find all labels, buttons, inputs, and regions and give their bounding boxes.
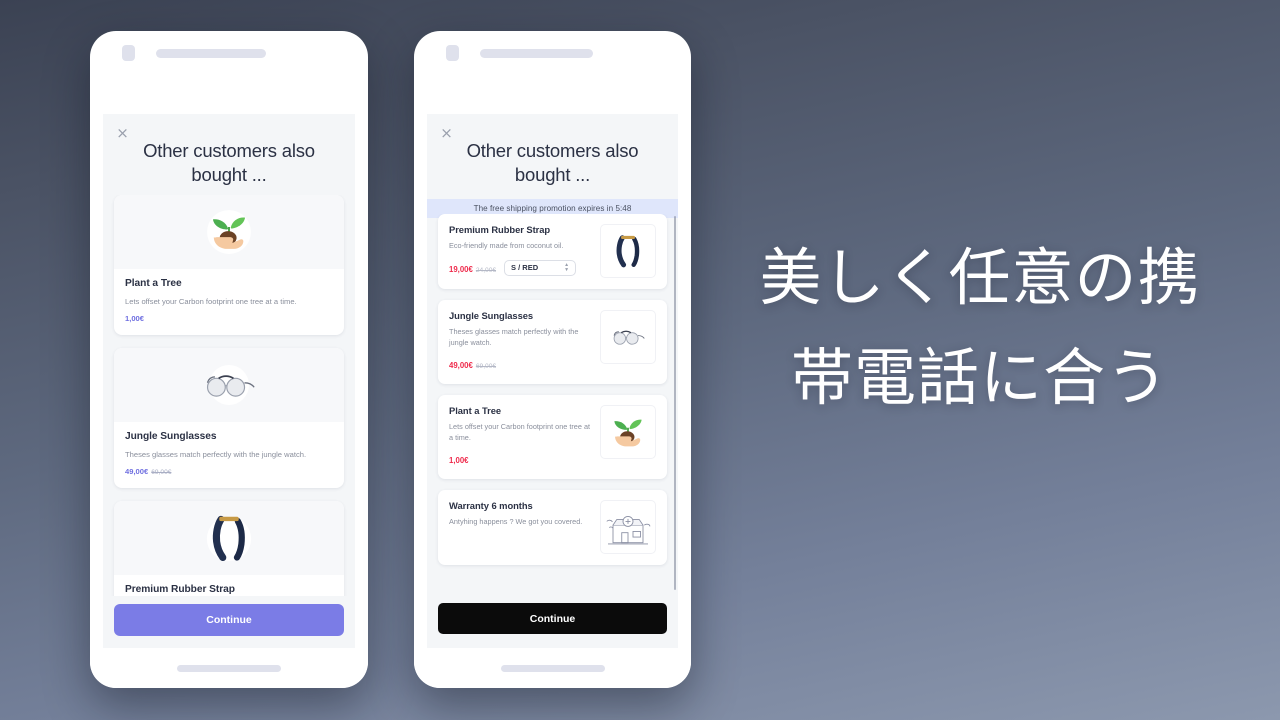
product-description: Antyhing happens ? We got you covered. xyxy=(449,517,583,526)
list-item[interactable]: Plant a Tree Lets offset your Carbon foo… xyxy=(438,395,667,479)
product-price-row: 49,00€ 69,00€ xyxy=(125,467,333,476)
product-image-plant-a-tree xyxy=(600,405,656,459)
product-price: 49,00€ xyxy=(449,361,473,370)
product-image-premium-rubber-strap xyxy=(600,224,656,278)
product-old-price: 69,00€ xyxy=(475,363,497,370)
list-item[interactable]: Premium Rubber Strap Eco-friendly made f… xyxy=(438,214,667,289)
sheet-footer-right: Continue xyxy=(427,595,678,648)
product-description: Theses glasses match perfectly with the … xyxy=(449,327,579,347)
variant-select-value: S / RED xyxy=(511,263,539,272)
list-item[interactable]: Premium Rubber Strap Eco-friendly made f… xyxy=(114,501,344,596)
product-image-warranty-shop xyxy=(600,500,656,554)
home-indicator xyxy=(500,664,605,672)
product-price: 49,00€ xyxy=(125,467,149,476)
phone-mockup-left: × Other customers also bought ... Plant … xyxy=(90,31,368,688)
continue-button[interactable]: Continue xyxy=(114,604,344,636)
product-description: Lets offset your Carbon footprint one tr… xyxy=(125,297,297,306)
product-price-row: 19,00€ 24,00€ S / RED ▲ ▼ xyxy=(449,259,591,277)
product-name: Plant a Tree xyxy=(449,405,502,416)
product-price: 19,00€ xyxy=(449,264,473,274)
product-price-row: 1,00€ xyxy=(125,314,333,323)
product-price-row: 49,00€ 69,00€ xyxy=(449,355,591,373)
page-title: Other customers also bought ... xyxy=(466,140,639,185)
phone-mockup-right: × Other customers also bought ... The fr… xyxy=(414,31,691,688)
phone-left-status-bar xyxy=(90,31,368,75)
product-description: Lets offset your Carbon footprint one tr… xyxy=(449,422,591,442)
product-name: Premium Rubber Strap xyxy=(449,224,551,235)
close-icon[interactable]: × xyxy=(115,126,130,141)
product-image-plant-a-tree xyxy=(114,195,344,269)
product-image-premium-rubber-strap xyxy=(114,501,344,575)
page-title: Other customers also bought ... xyxy=(143,140,315,185)
phone-right-status-bar xyxy=(414,31,691,75)
phone-right-home-area xyxy=(414,648,691,688)
chevron-updown-icon: ▲ ▼ xyxy=(564,262,570,273)
product-description: Theses glasses match perfectly with the … xyxy=(125,450,307,459)
upsell-sheet-left: × Other customers also bought ... Plant … xyxy=(103,114,355,648)
product-price: 1,00€ xyxy=(125,314,145,323)
product-price-group: 49,00€ 69,00€ xyxy=(449,355,496,373)
product-old-price: 69,00€ xyxy=(151,469,172,476)
home-indicator xyxy=(177,664,281,672)
variant-select[interactable]: S / RED ▲ ▼ xyxy=(504,259,577,276)
product-name: Premium Rubber Strap xyxy=(125,584,235,595)
scrollbar[interactable] xyxy=(674,216,676,590)
product-price-group: 19,00€ 24,00€ xyxy=(449,259,496,277)
phone-left-home-area xyxy=(90,648,368,688)
product-description: Eco-friendly made from coconut oil. xyxy=(449,241,564,250)
list-item[interactable]: Jungle Sunglasses Theses glasses match p… xyxy=(438,300,667,384)
title-placeholder-bar xyxy=(156,48,266,58)
list-item[interactable]: Plant a Tree Lets offset your Carbon foo… xyxy=(114,195,344,335)
product-image-jungle-sunglasses xyxy=(114,348,344,422)
product-name: Jungle Sunglasses xyxy=(449,310,534,321)
list-item[interactable]: Warranty 6 months Antyhing happens ? We … xyxy=(438,490,667,565)
product-image-jungle-sunglasses xyxy=(600,310,656,364)
product-price-group: 1,00€ xyxy=(449,450,472,468)
app-icon-placeholder xyxy=(122,45,135,61)
sheet-footer-left: Continue xyxy=(103,596,355,648)
product-name: Jungle Sunglasses xyxy=(125,431,217,442)
title-placeholder-bar xyxy=(480,48,593,58)
marketing-headline: 美しく任意の携帯電話に合う xyxy=(759,241,1201,414)
product-list-left[interactable]: Plant a Tree Lets offset your Carbon foo… xyxy=(103,195,355,596)
product-list-right[interactable]: Premium Rubber Strap Eco-friendly made f… xyxy=(427,214,678,592)
product-name: Warranty 6 months xyxy=(449,500,533,511)
app-icon-placeholder xyxy=(446,45,459,61)
product-price-row: 1,00€ xyxy=(449,450,591,468)
list-item[interactable]: Jungle Sunglasses Theses glasses match p… xyxy=(114,348,344,488)
product-old-price: 24,00€ xyxy=(475,266,497,274)
product-price: 1,00€ xyxy=(449,456,469,465)
close-icon[interactable]: × xyxy=(439,126,454,141)
continue-button[interactable]: Continue xyxy=(438,603,667,634)
upsell-sheet-right: × Other customers also bought ... The fr… xyxy=(427,114,678,648)
product-name: Plant a Tree xyxy=(125,278,182,289)
